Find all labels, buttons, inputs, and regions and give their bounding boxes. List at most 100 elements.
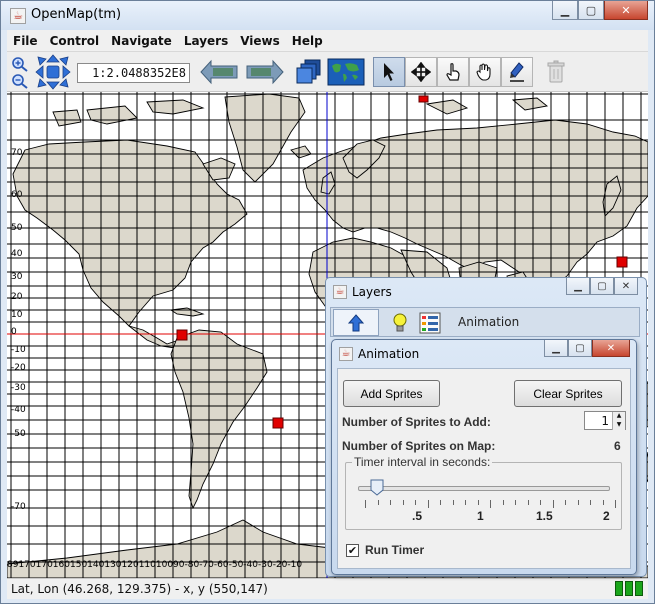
minimize-button[interactable]: ▁ xyxy=(552,1,578,20)
close-icon: ✕ xyxy=(606,342,616,354)
up-arrow-icon xyxy=(348,313,364,331)
menu-help[interactable]: Help xyxy=(286,30,329,52)
animation-minimize-button[interactable]: ▁ xyxy=(544,340,568,357)
slider-tick xyxy=(602,500,604,505)
menu-navigate[interactable]: Navigate xyxy=(105,30,178,52)
slider-tick xyxy=(577,500,579,505)
animation-panel: Add Sprites Clear Sprites Number of Spri… xyxy=(337,368,631,569)
delete-trash-icon[interactable] xyxy=(541,57,571,87)
slider-tick xyxy=(527,500,529,505)
world-map-icon[interactable] xyxy=(327,58,365,86)
maximize-icon: ▢ xyxy=(585,3,597,17)
clear-sprites-button[interactable]: Clear Sprites xyxy=(514,380,622,407)
spinner-up-arrow-icon[interactable]: ▲ xyxy=(612,412,625,421)
java-app-icon: ☕ xyxy=(10,8,26,24)
layer-palette-button[interactable] xyxy=(417,309,443,336)
slider-label: .5 xyxy=(412,509,423,523)
pen-icon xyxy=(510,62,524,82)
timer-interval-label: Timer interval in seconds: xyxy=(352,455,493,469)
animation-layer-label[interactable]: Animation xyxy=(458,315,519,329)
slider-tick xyxy=(390,500,391,505)
animation-maximize-button[interactable]: ▢ xyxy=(568,340,592,357)
select-arrow-button[interactable] xyxy=(373,57,405,87)
layers-close-button[interactable]: ✕ xyxy=(614,278,638,295)
sprites-on-map-label: Number of Sprites on Map: xyxy=(342,439,496,453)
layers-minimize-button[interactable]: ▁ xyxy=(566,278,590,295)
sprite-marker-1[interactable] xyxy=(418,95,429,103)
status-light xyxy=(625,581,633,596)
slider-tick xyxy=(465,500,466,505)
lat-label: 20 xyxy=(11,292,23,302)
menu-file[interactable]: File xyxy=(7,30,44,52)
pan-hand-button[interactable] xyxy=(469,57,501,87)
lat-label: -50 xyxy=(11,429,26,439)
toolbar: 1:2.0488352E8 xyxy=(7,52,648,92)
status-light xyxy=(635,581,643,596)
lat-label: -10 xyxy=(11,345,26,355)
forward-map-icon[interactable] xyxy=(245,57,285,87)
window-title: OpenMap(tm) xyxy=(31,7,122,22)
slider-label: 2 xyxy=(603,509,610,523)
slider-tick xyxy=(377,500,379,505)
layers-maximize-button[interactable]: ▢ xyxy=(590,278,614,295)
title-bar[interactable]: ☕ OpenMap(tm) ▁ ▢ ✕ xyxy=(1,1,654,30)
scale-input[interactable]: 1:2.0488352E8 xyxy=(77,63,190,83)
pan-arrows-icon[interactable] xyxy=(35,54,71,90)
run-timer-checkbox[interactable]: ✔ xyxy=(346,544,359,557)
sprite-marker-4[interactable] xyxy=(272,417,284,429)
slider-tick xyxy=(477,500,479,505)
slider-tick xyxy=(415,500,416,505)
back-map-icon[interactable] xyxy=(199,57,239,87)
menu-control[interactable]: Control xyxy=(44,30,106,52)
menu-views[interactable]: Views xyxy=(234,30,286,52)
lon-label-strip: 8917017016015014013012011010090-80-70-60… xyxy=(7,560,303,570)
palette-list-icon xyxy=(419,312,441,333)
layer-visibility-button[interactable] xyxy=(389,309,411,336)
timer-slider-thumb[interactable] xyxy=(370,479,384,496)
maximize-button[interactable]: ▢ xyxy=(578,1,604,20)
minimize-icon: ▁ xyxy=(560,3,570,17)
slider-tick xyxy=(452,500,454,505)
arrow-pointer-icon xyxy=(384,63,394,81)
status-bar: Lat, Lon (46.268, 129.375) - x, y (550,1… xyxy=(7,578,648,599)
spinner-down-arrow-icon[interactable]: ▼ xyxy=(612,421,625,430)
slider-label: 1.5 xyxy=(536,509,553,523)
lat-label: -70 xyxy=(11,502,26,512)
java-window-icon: ☕ xyxy=(339,347,353,361)
java-window-icon: ☕ xyxy=(333,285,347,299)
close-icon: ✕ xyxy=(621,280,631,292)
layers-window-title: Layers xyxy=(352,285,392,299)
zoom-out-icon[interactable] xyxy=(11,73,29,89)
sprites-to-add-label: Number of Sprites to Add: xyxy=(342,415,491,429)
move-cross-icon xyxy=(411,62,431,82)
slider-tick xyxy=(365,500,366,508)
sprite-marker-3[interactable] xyxy=(176,329,188,341)
activity-lights xyxy=(615,581,643,596)
open-hand-icon xyxy=(476,63,491,81)
drag-hand-button[interactable] xyxy=(437,57,469,87)
coordinate-readout: Lat, Lon (46.268, 129.375) - x, y (550,1… xyxy=(11,582,268,596)
sprite-marker-2[interactable] xyxy=(616,256,628,268)
menu-layers[interactable]: Layers xyxy=(178,30,234,52)
slider-label: 1 xyxy=(477,509,484,523)
maximize-icon: ▢ xyxy=(575,342,585,354)
slider-tick xyxy=(427,500,429,508)
sprites-to-add-value: 1 xyxy=(601,414,609,428)
draw-pen-button[interactable] xyxy=(501,57,533,87)
sprites-to-add-spinner[interactable]: 1 ▲ ▼ xyxy=(584,411,626,430)
layers-stack-icon[interactable] xyxy=(295,58,323,86)
lightbulb-icon xyxy=(393,313,407,331)
slider-tick xyxy=(502,500,504,505)
close-button[interactable]: ✕ xyxy=(604,1,648,20)
add-sprites-button[interactable]: Add Sprites xyxy=(343,380,440,407)
menu-bar: File Control Navigate Layers Views Help xyxy=(7,30,648,52)
slider-tick xyxy=(540,500,541,505)
layer-up-button[interactable] xyxy=(333,309,379,336)
lat-label: -40 xyxy=(11,405,26,415)
sprites-on-map-value: 6 xyxy=(614,439,621,453)
animation-close-button[interactable]: ✕ xyxy=(592,340,630,357)
lat-label: 70 xyxy=(11,148,23,158)
move-cross-button[interactable] xyxy=(405,57,437,87)
zoom-in-icon[interactable] xyxy=(11,56,29,72)
timer-slider-track[interactable] xyxy=(358,486,610,491)
